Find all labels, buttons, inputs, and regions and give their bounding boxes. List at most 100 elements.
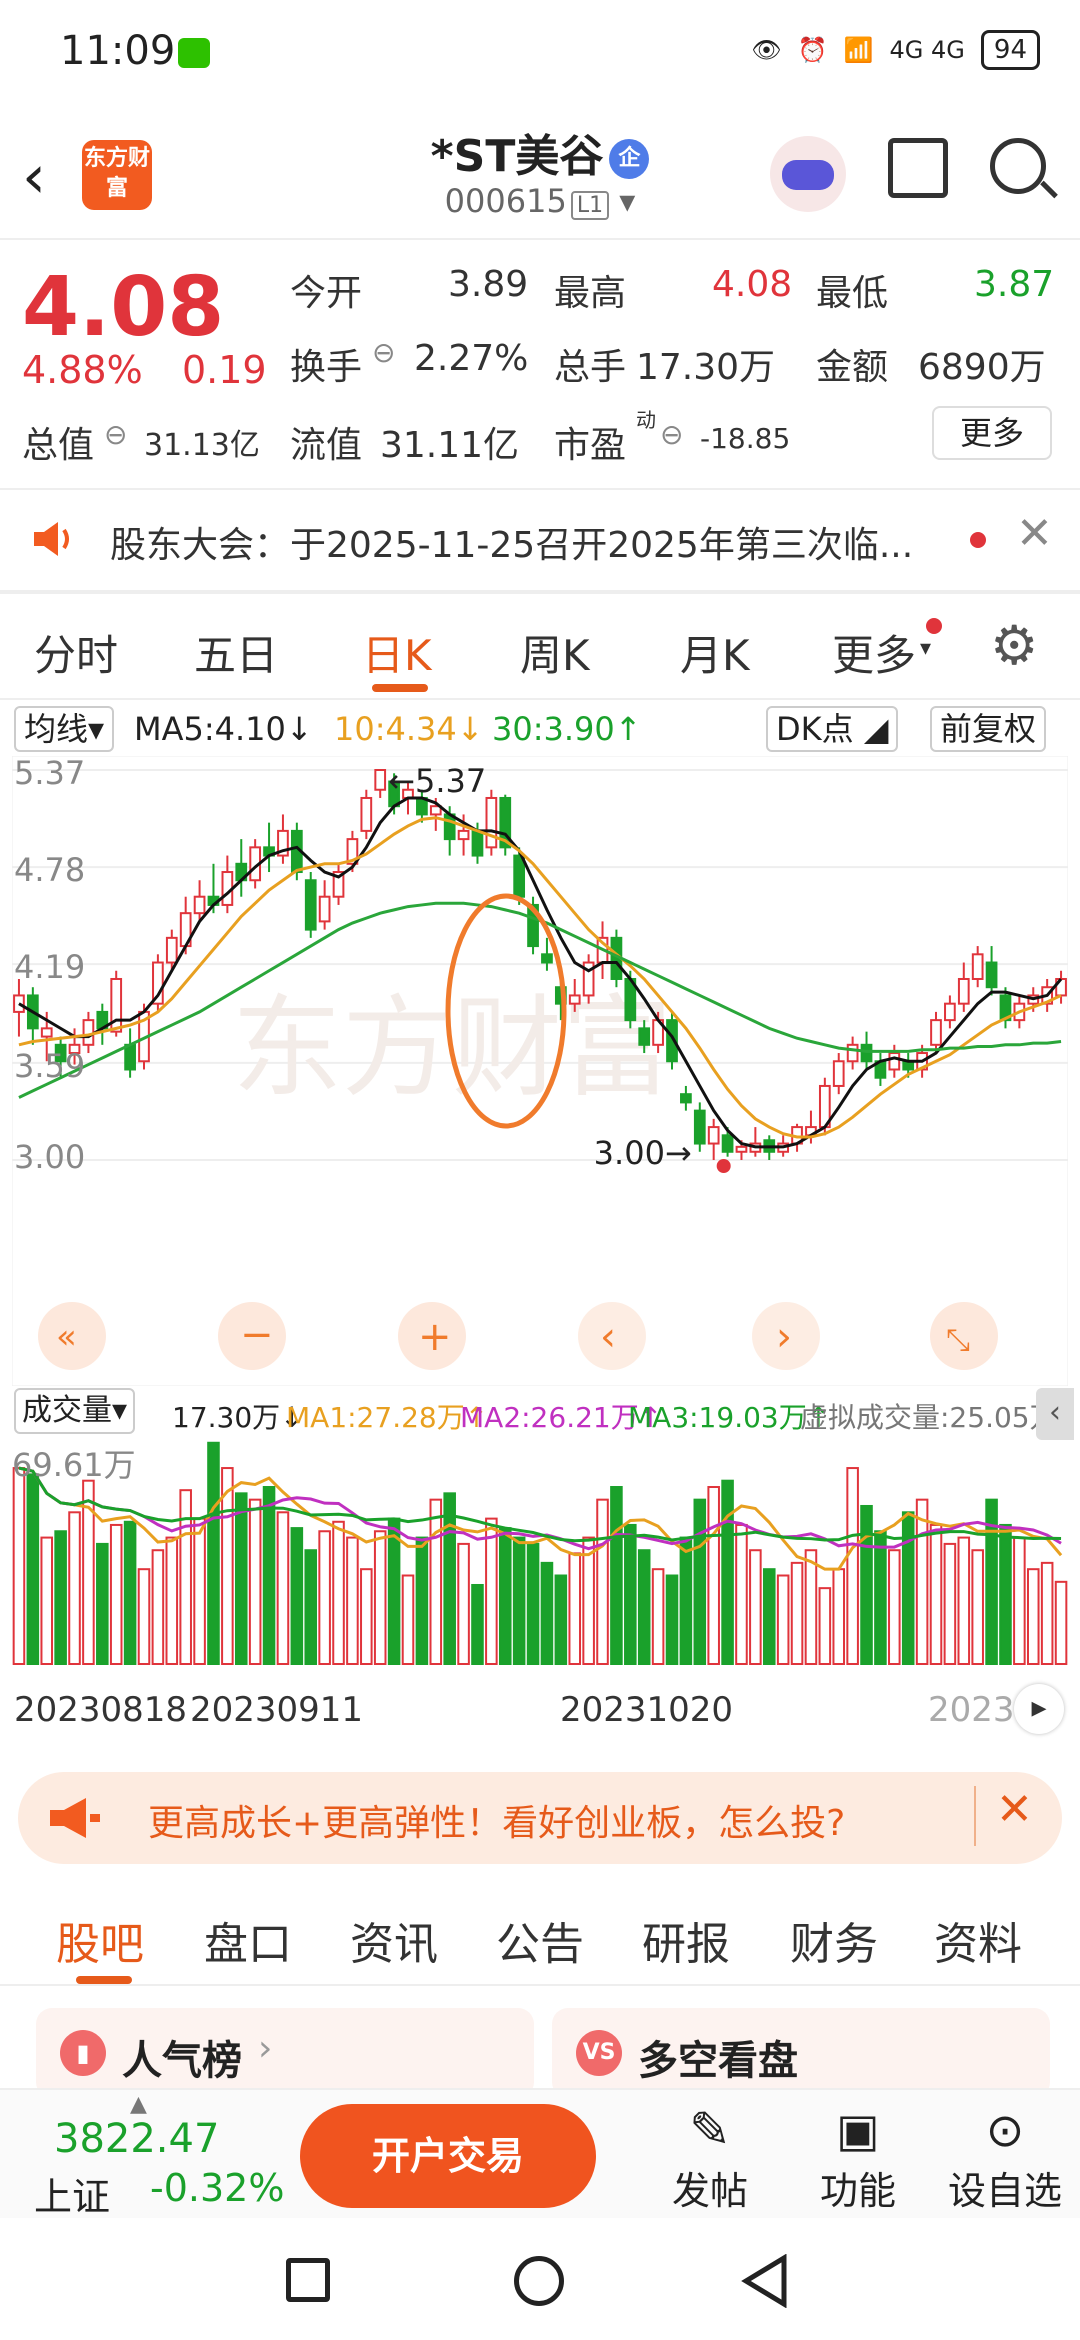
pe-sup: 动 — [636, 408, 656, 432]
tab-more[interactable]: 更多 — [832, 622, 916, 683]
volume-value: 17.30万 — [636, 347, 776, 388]
tab-weekly-k[interactable]: 周K — [520, 622, 590, 683]
volume-bar — [735, 1523, 748, 1666]
recent-apps-icon[interactable] — [286, 2258, 330, 2302]
candle-body — [541, 953, 553, 964]
function-button[interactable]: ▣ 功能 — [808, 2100, 908, 2216]
volume-bar — [318, 1530, 331, 1665]
tab-timeshare[interactable]: 分时 — [34, 622, 118, 683]
volume-bar — [179, 1489, 192, 1666]
caret-up-icon: ▲ — [130, 2092, 147, 2117]
promo-banner[interactable]: 更高成长+更高弹性！看好创业板，怎么投? ✕ — [18, 1772, 1062, 1864]
close-icon[interactable]: ✕ — [1016, 508, 1053, 559]
change-pct: 4.88% — [22, 348, 143, 392]
candle-body — [985, 961, 998, 989]
volume-bar — [1054, 1580, 1068, 1665]
tab-profile[interactable]: 资料 — [934, 1908, 1022, 1972]
search-icon[interactable] — [990, 138, 1046, 194]
volume-bar — [26, 1473, 40, 1666]
mktcap-value: 31.13亿 — [144, 428, 260, 463]
minus-icon: − — [240, 1312, 274, 1358]
volume-chart[interactable]: 69.61万 — [12, 1440, 1068, 1670]
vs-icon: VS — [576, 2030, 622, 2076]
close-icon[interactable]: ✕ — [996, 1784, 1033, 1835]
volume-bar — [109, 1523, 123, 1666]
divider — [0, 590, 1080, 594]
volume-bar — [207, 1441, 220, 1665]
volume-bar — [749, 1549, 762, 1665]
info-icon[interactable]: ⊖ — [104, 418, 127, 451]
kline-chart[interactable]: 东方财富 5.374.784.193.593.00←5.373.00→ « − … — [12, 756, 1068, 1386]
volume-bar — [443, 1492, 456, 1665]
low-label: 最低 — [816, 273, 889, 314]
assistant-robot-icon[interactable] — [770, 136, 846, 212]
bottom-toolbar: 3822.47 ▲ 上证 -0.32% 开户交易 ✎ 发帖 ▣ 功能 ⊙ 设自选 — [0, 2088, 1080, 2219]
low-marker: 3.00→ — [594, 1134, 692, 1172]
date-label: 2023 — [928, 1690, 1015, 1730]
info-icon[interactable]: ⊖ — [660, 418, 683, 451]
volume-bar — [1026, 1568, 1040, 1665]
y-tick-label: 3.00 — [14, 1138, 85, 1176]
dk-point-button[interactable]: DK点 ◢ — [766, 706, 899, 752]
volume-bar — [637, 1549, 651, 1665]
candle-body — [930, 1019, 942, 1046]
eye-icon: 👁 — [751, 36, 782, 64]
high-marker: ←5.37 — [388, 762, 486, 800]
ma-legend: 均线▾ MA5:4.10↓ 10:4.34↓ 30:3.90↑ DK点 ◢ 前复… — [14, 706, 1074, 756]
volume-bar — [498, 1527, 512, 1665]
popularity-card[interactable]: ▮ 人气榜 › — [36, 2008, 534, 2098]
level-badge: L1 — [570, 191, 610, 220]
index-value[interactable]: 3822.47 — [54, 2116, 219, 2162]
share-icon[interactable] — [888, 138, 948, 198]
tab-finance[interactable]: 财务 — [790, 1908, 878, 1972]
open-value: 3.89 — [448, 264, 529, 305]
volume-bar — [624, 1523, 637, 1666]
tab-announcements[interactable]: 公告 — [496, 1908, 584, 1972]
tab-pankou[interactable]: 盘口 — [204, 1908, 292, 1972]
ma-selector[interactable]: 均线▾ — [14, 706, 115, 752]
volume-bar — [512, 1536, 526, 1665]
gear-icon[interactable]: ⚙ — [990, 614, 1038, 677]
volume-selector[interactable]: 成交量▾ — [14, 1388, 136, 1434]
home-icon[interactable] — [514, 2256, 564, 2306]
chevron-down-icon: ▾ — [619, 182, 636, 220]
candle-body — [457, 829, 470, 841]
ma30-value: 30:3.90↑ — [492, 710, 642, 748]
chevron-right-icon: › — [776, 1314, 792, 1360]
volume-bar — [846, 1467, 859, 1665]
volume-bar — [373, 1530, 387, 1665]
battery-icon: 94 — [980, 30, 1040, 70]
tab-five-day[interactable]: 五日 — [194, 622, 278, 683]
float-value: 31.11亿 — [380, 425, 520, 466]
chevron-right-icon[interactable]: ▸ — [1014, 1684, 1064, 1734]
back-nav-icon[interactable] — [740, 2254, 790, 2308]
candle-body — [40, 1027, 53, 1038]
volume-bar — [888, 1549, 901, 1665]
candle-body — [860, 1043, 873, 1063]
candle-body — [846, 1043, 859, 1063]
adjust-button[interactable]: 前复权 — [930, 706, 1047, 752]
quote-panel: 4.08 4.88% 0.19 今开 3.89 最高 4.08 最低 3.87 … — [0, 240, 1080, 488]
volume-bar — [248, 1498, 262, 1666]
info-icon[interactable]: ⊖ — [372, 336, 395, 369]
tab-guba[interactable]: 股吧 — [56, 1908, 144, 1972]
post-button[interactable]: ✎ 发帖 — [660, 2100, 760, 2216]
volume-bar — [929, 1523, 943, 1666]
turnover-label: 换手 — [290, 347, 363, 388]
tab-monthly-k[interactable]: 月K — [680, 622, 750, 683]
tab-research[interactable]: 研报 — [642, 1908, 730, 1972]
divider — [0, 698, 1080, 700]
candle-body — [944, 1002, 956, 1022]
tab-news[interactable]: 资讯 — [350, 1908, 438, 1972]
candle-body — [568, 994, 581, 1005]
bull-bear-card[interactable]: VS 多空看盘 — [552, 2008, 1050, 2098]
more-button[interactable]: 更多 — [932, 406, 1052, 460]
add-watchlist-button[interactable]: ⊙ 设自选 — [940, 2100, 1070, 2216]
notice-bar[interactable]: 股东大会：于2025-11-25召开2025年第三次临... ✕ — [0, 500, 1080, 580]
collapse-icon[interactable]: ‹ — [1036, 1388, 1074, 1440]
volume-bar — [1040, 1561, 1054, 1665]
volume-bar — [860, 1504, 873, 1665]
trade-button[interactable]: 开户交易 — [300, 2104, 596, 2208]
tab-daily-k[interactable]: 日K — [362, 622, 432, 683]
stock-code-text: 000615 — [444, 182, 567, 220]
